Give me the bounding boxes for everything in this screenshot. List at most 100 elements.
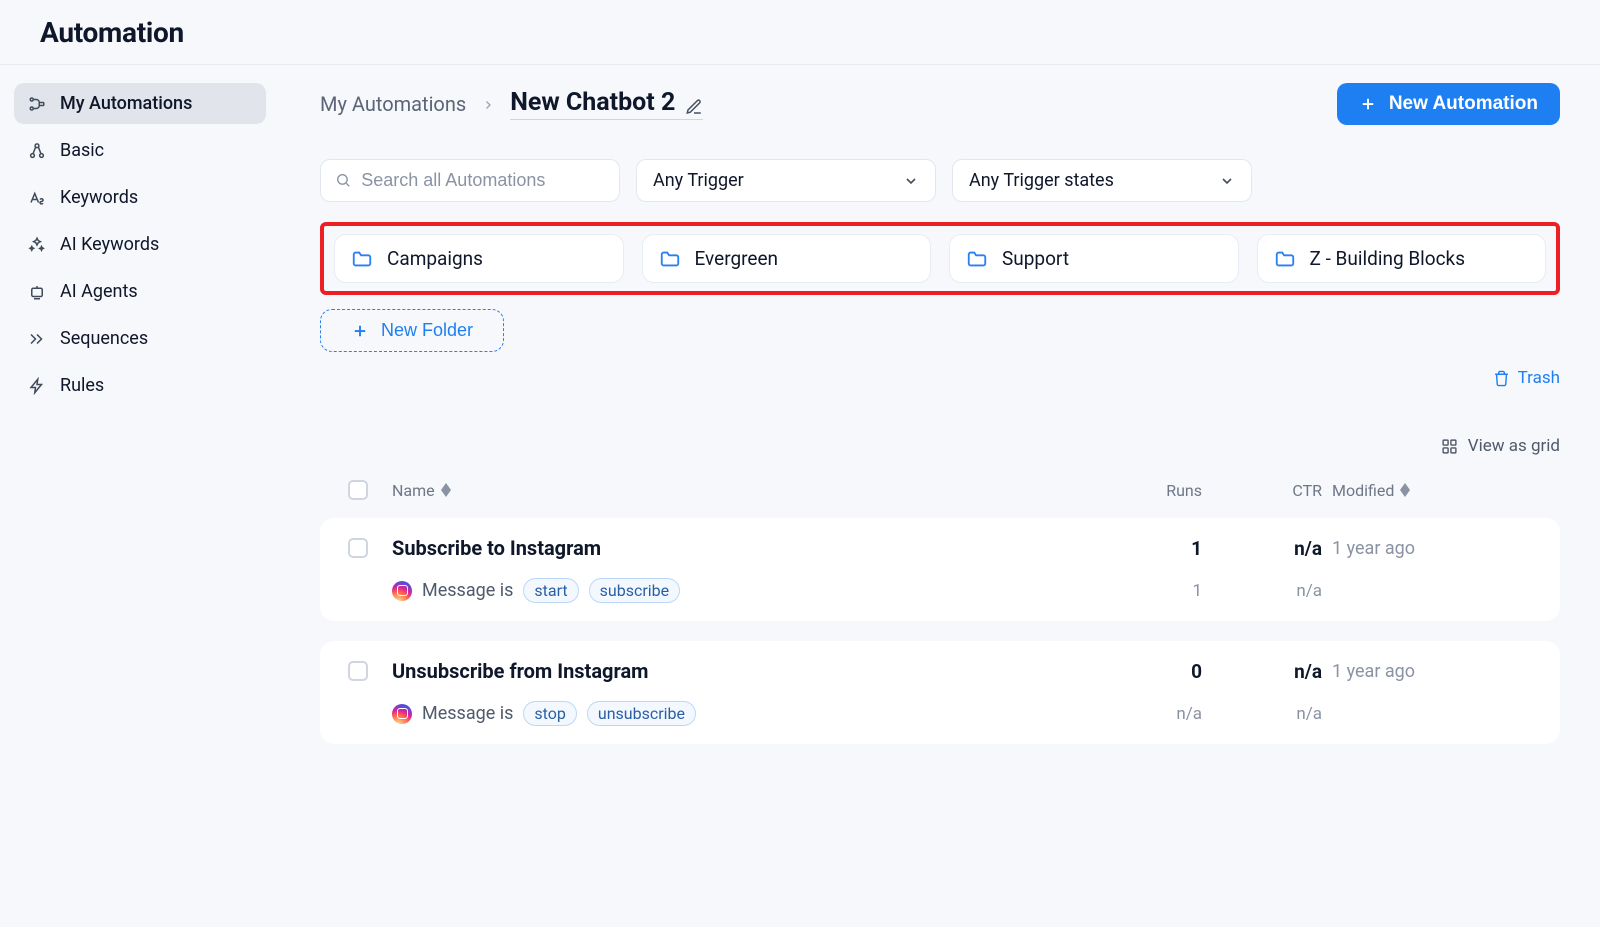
trigger-filter-label: Any Trigger: [653, 170, 744, 191]
sidebar-item-label: Sequences: [60, 328, 148, 349]
search-box[interactable]: [320, 159, 620, 202]
chevron-right-icon: [482, 92, 494, 116]
folder-label: Evergreen: [695, 247, 779, 270]
sequences-icon: [28, 330, 46, 348]
card-row-main: Unsubscribe from Instagram 0 n/a 1 year …: [348, 659, 1532, 683]
sidebar-item-basic[interactable]: Basic: [14, 130, 266, 171]
card-runs: 0: [1102, 660, 1212, 683]
trash-link[interactable]: Trash: [1493, 368, 1560, 388]
main: My Automations New Chatbot 2 New Automat…: [280, 65, 1600, 927]
keyword-pill: stop: [523, 701, 576, 726]
folder-icon: [966, 248, 988, 270]
new-automation-label: New Automation: [1389, 93, 1538, 115]
trigger-state-filter[interactable]: Any Trigger states: [952, 159, 1252, 202]
automation-card[interactable]: Subscribe to Instagram 1 n/a 1 year ago …: [320, 518, 1560, 621]
breadcrumb: My Automations New Chatbot 2: [320, 88, 703, 120]
sidebar-item-sequences[interactable]: Sequences: [14, 318, 266, 359]
row-checkbox[interactable]: [348, 661, 368, 681]
breadcrumb-current-label: New Chatbot 2: [510, 88, 675, 117]
chevron-down-icon: [1219, 173, 1235, 189]
card-title: Unsubscribe from Instagram: [392, 659, 1102, 683]
keyword-pill: start: [523, 578, 578, 603]
sidebar-item-label: Keywords: [60, 187, 138, 208]
sidebar-item-label: Basic: [60, 140, 104, 161]
filter-row: Any Trigger Any Trigger states: [320, 159, 1560, 202]
breadcrumb-current: New Chatbot 2: [510, 88, 703, 120]
grid-icon: [1441, 438, 1458, 455]
view-as-grid[interactable]: View as grid: [1441, 436, 1560, 456]
page-header: Automation: [0, 0, 1600, 65]
folder-label: Z - Building Blocks: [1310, 247, 1466, 270]
sidebar-item-ai-keywords[interactable]: AI Keywords: [14, 224, 266, 265]
card-title: Subscribe to Instagram: [392, 536, 1102, 560]
card-row-sub: Message is start subscribe 1 n/a: [348, 578, 1532, 603]
sidebar-item-label: My Automations: [60, 93, 192, 114]
column-ctr[interactable]: CTR: [1212, 481, 1332, 500]
column-runs[interactable]: Runs: [1102, 481, 1212, 500]
search-icon: [335, 172, 351, 190]
folder-campaigns[interactable]: Campaigns: [334, 234, 624, 283]
column-name-label: Name: [392, 481, 435, 500]
column-modified-label: Modified: [1332, 481, 1394, 500]
trash-icon: [1493, 370, 1510, 387]
plus-icon: [1359, 95, 1377, 113]
automation-card[interactable]: Unsubscribe from Instagram 0 n/a 1 year …: [320, 641, 1560, 744]
sub-runs: n/a: [1102, 704, 1212, 724]
pencil-icon[interactable]: [685, 94, 703, 112]
new-folder-button[interactable]: New Folder: [320, 309, 504, 352]
folder-grid-highlighted: Campaigns Evergreen Support Z - Building…: [320, 222, 1560, 295]
basic-icon: [28, 142, 46, 160]
trigger-state-filter-label: Any Trigger states: [969, 170, 1114, 191]
card-ctr: n/a: [1212, 660, 1332, 683]
folder-icon: [1274, 248, 1296, 270]
trash-row: Trash: [320, 368, 1560, 388]
sidebar-item-label: Rules: [60, 375, 104, 396]
layout: My Automations Basic Keywords AI Keyword…: [0, 65, 1600, 927]
message-prefix: Message is: [422, 703, 513, 724]
trash-label: Trash: [1518, 368, 1560, 388]
card-row-main: Subscribe to Instagram 1 n/a 1 year ago: [348, 536, 1532, 560]
card-row-sub: Message is stop unsubscribe n/a n/a: [348, 701, 1532, 726]
rules-icon: [28, 377, 46, 395]
search-input[interactable]: [361, 170, 605, 191]
sort-icon: [1400, 483, 1410, 497]
sub-ctr: n/a: [1212, 704, 1332, 724]
sidebar-item-ai-agents[interactable]: AI Agents: [14, 271, 266, 312]
folder-label: Support: [1002, 247, 1069, 270]
view-row: View as grid: [320, 436, 1560, 456]
keywords-icon: [28, 189, 46, 207]
message-prefix: Message is: [422, 580, 513, 601]
sidebar-item-rules[interactable]: Rules: [14, 365, 266, 406]
folder-label: Campaigns: [387, 247, 483, 270]
sidebar-item-label: AI Keywords: [60, 234, 159, 255]
card-modified: 1 year ago: [1332, 661, 1532, 682]
trigger-line: Message is stop unsubscribe: [392, 701, 1102, 726]
trigger-line: Message is start subscribe: [392, 578, 1102, 603]
breadcrumb-parent[interactable]: My Automations: [320, 92, 466, 116]
view-as-grid-label: View as grid: [1468, 436, 1560, 456]
card-ctr: n/a: [1212, 537, 1332, 560]
sidebar-item-keywords[interactable]: Keywords: [14, 177, 266, 218]
new-automation-button[interactable]: New Automation: [1337, 83, 1560, 125]
trigger-filter[interactable]: Any Trigger: [636, 159, 936, 202]
folder-support[interactable]: Support: [949, 234, 1239, 283]
instagram-icon: [392, 704, 412, 724]
folder-evergreen[interactable]: Evergreen: [642, 234, 932, 283]
table-header: Name Runs CTR Modified: [320, 470, 1560, 518]
ai-agents-icon: [28, 283, 46, 301]
sidebar-item-my-automations[interactable]: My Automations: [14, 83, 266, 124]
row-checkbox[interactable]: [348, 538, 368, 558]
folder-icon: [351, 248, 373, 270]
column-name[interactable]: Name: [392, 481, 1102, 500]
select-all-checkbox[interactable]: [348, 480, 368, 500]
keyword-pill: subscribe: [589, 578, 680, 603]
sub-runs: 1: [1102, 581, 1212, 601]
folder-icon: [659, 248, 681, 270]
page-title: Automation: [40, 16, 184, 49]
sub-ctr: n/a: [1212, 581, 1332, 601]
column-modified[interactable]: Modified: [1332, 481, 1532, 500]
folder-building-blocks[interactable]: Z - Building Blocks: [1257, 234, 1547, 283]
card-modified: 1 year ago: [1332, 538, 1532, 559]
flow-icon: [28, 95, 46, 113]
ai-keywords-icon: [28, 236, 46, 254]
